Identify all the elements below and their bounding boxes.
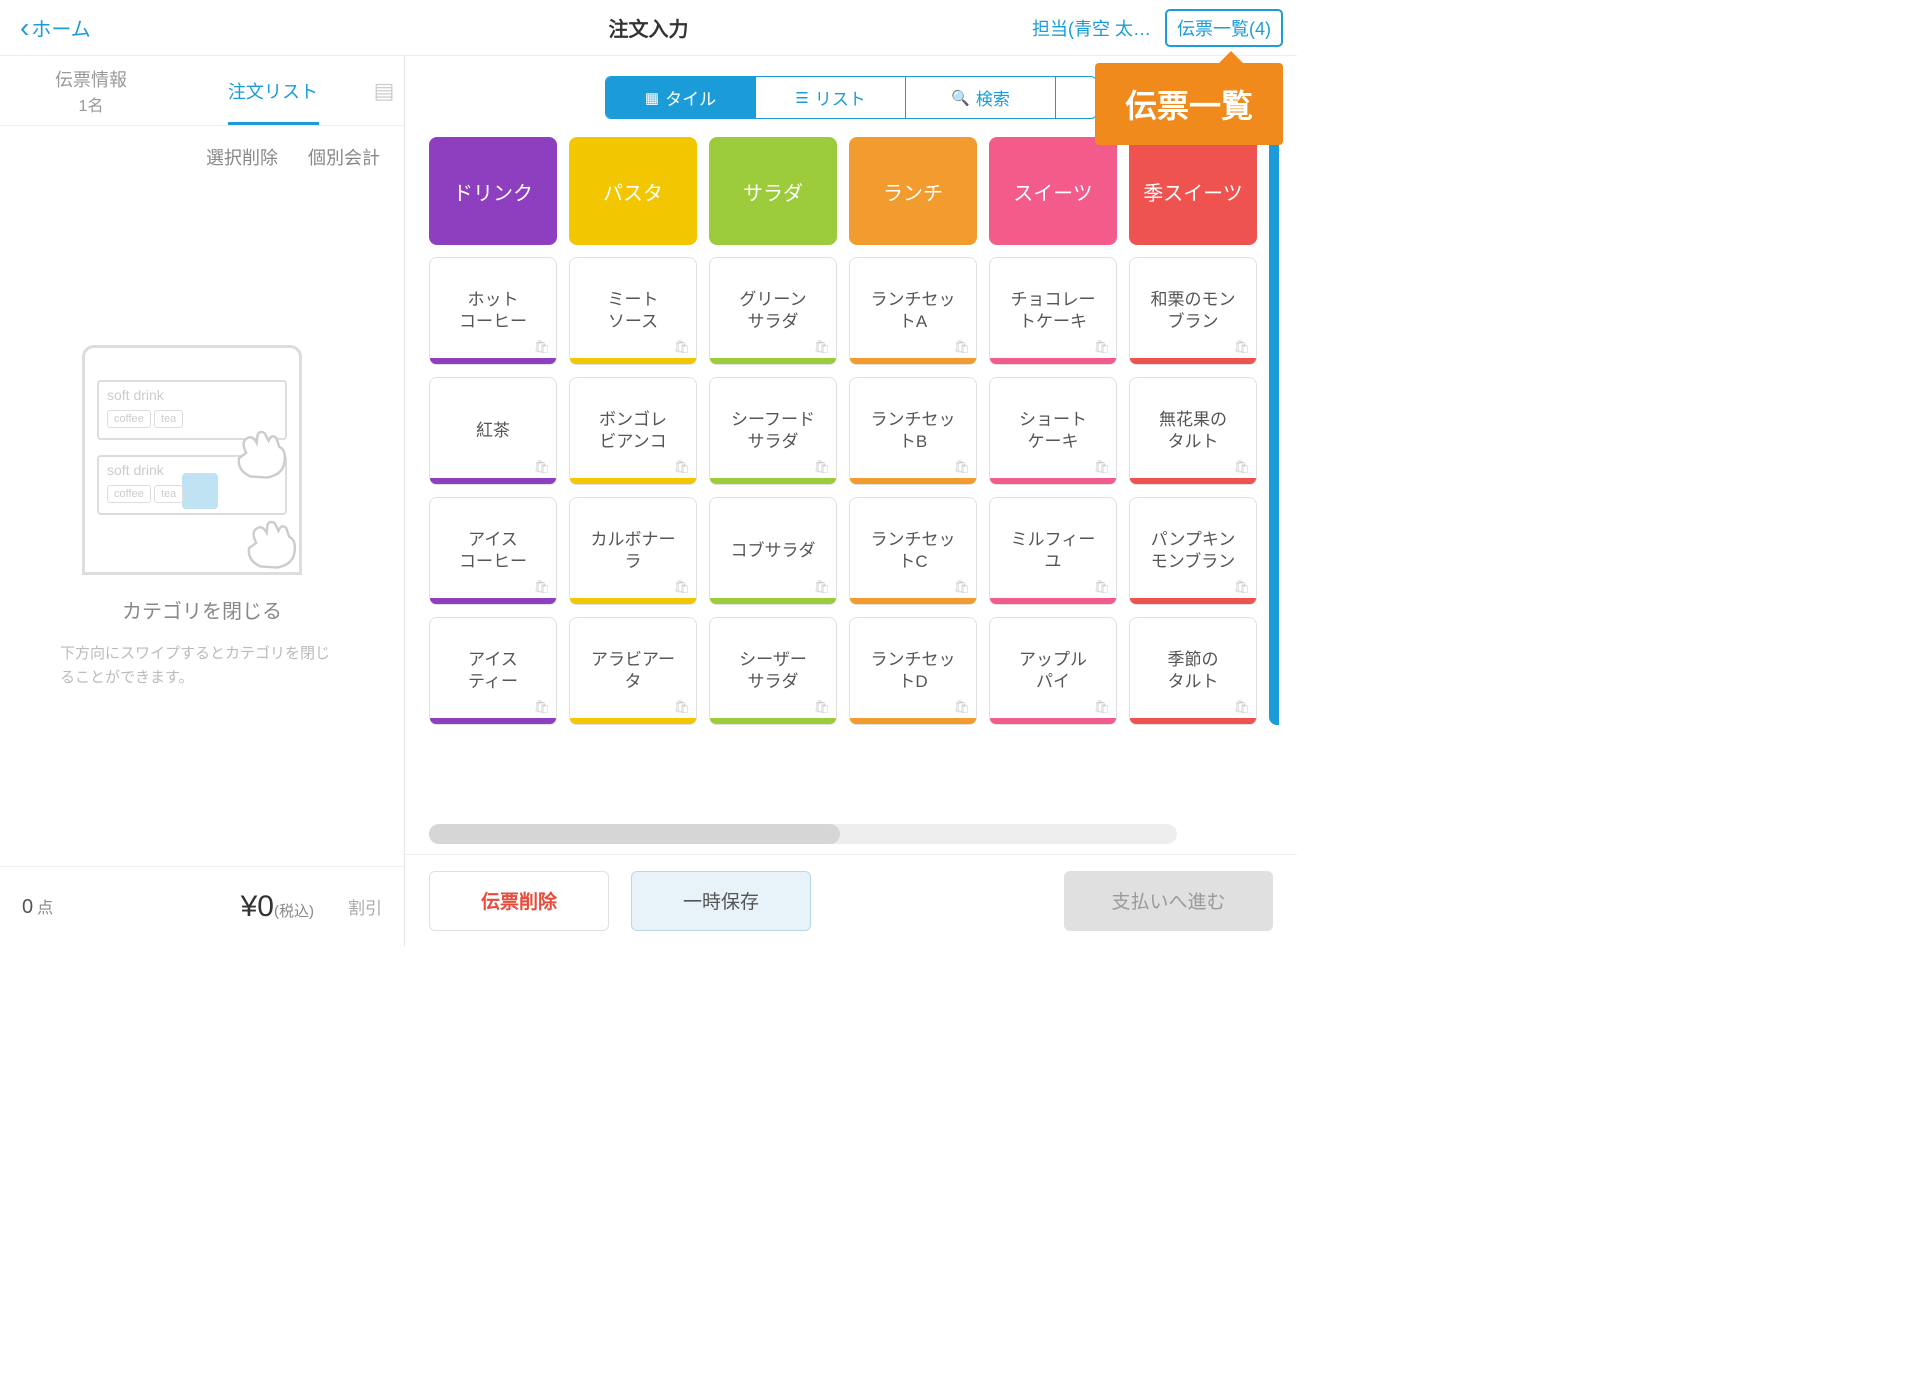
bag-icon: 🛍 [533, 699, 550, 716]
bag-icon: 🛍 [1093, 699, 1110, 716]
product-tile[interactable]: ランチセットB🛍 [849, 377, 977, 485]
bag-icon: 🛍 [953, 699, 970, 716]
bag-icon: 🛍 [673, 459, 690, 476]
right-panel: ▦タイル ☰リスト 🔍検索 ドリンクホットコーヒー🛍 紅茶🛍 アイスコーヒー🛍 アイス… [405, 56, 1297, 946]
bag-icon: 🛍 [813, 579, 830, 596]
callout-label: 伝票一覧 [1095, 63, 1283, 145]
product-tile[interactable]: ランチセットD🛍 [849, 617, 977, 725]
product-tile[interactable]: ランチセットC🛍 [849, 497, 977, 605]
bag-icon: 🛍 [953, 579, 970, 596]
bag-icon: 🛍 [813, 699, 830, 716]
category-tile[interactable]: スイーツ [989, 137, 1117, 245]
product-tile[interactable]: アイスティー🛍 [429, 617, 557, 725]
category-tile[interactable]: ドリンク [429, 137, 557, 245]
product-tile[interactable]: コブサラダ🛍 [709, 497, 837, 605]
view-segmented-control: ▦タイル ☰リスト 🔍検索 [605, 76, 1097, 119]
empty-description: 下方向にスワイプするとカテゴリを閉じることができます。 [40, 642, 364, 690]
category-tile[interactable]: パスタ [569, 137, 697, 245]
bag-icon: 🛍 [533, 339, 550, 356]
list-icon: ☰ [795, 89, 808, 107]
grid-icon: ▦ [645, 89, 659, 107]
bag-icon: 🛍 [953, 339, 970, 356]
callout-tooltip: 伝票一覧 [1095, 63, 1283, 145]
slip-list-button[interactable]: 伝票一覧(4) [1165, 9, 1283, 47]
bag-icon: 🛍 [813, 459, 830, 476]
next-category-edge[interactable] [1269, 137, 1279, 725]
tab-order-list-label: 注文リスト [228, 78, 318, 104]
product-tile[interactable]: ショートケーキ🛍 [989, 377, 1117, 485]
bag-icon: 🛍 [1233, 579, 1250, 596]
product-tile[interactable]: 紅茶🛍 [429, 377, 557, 485]
product-tile[interactable]: ミートソース🛍 [569, 257, 697, 365]
view-search[interactable]: 🔍検索 [906, 77, 1056, 118]
view-list[interactable]: ☰リスト [756, 77, 906, 118]
category-tile[interactable]: ランチ [849, 137, 977, 245]
bag-icon: 🛍 [1233, 339, 1250, 356]
total-amount: ¥0(税込) [241, 890, 314, 924]
back-label: ホーム [31, 13, 90, 42]
tab-slip-info[interactable]: 伝票情報 1名 [0, 56, 182, 125]
bag-icon: 🛍 [673, 699, 690, 716]
product-tile[interactable]: シーフードサラダ🛍 [709, 377, 837, 485]
left-footer: 0点 ¥0(税込) 割引 [0, 866, 404, 946]
product-tile[interactable]: アップルパイ🛍 [989, 617, 1117, 725]
back-button[interactable]: ‹ ホーム [0, 13, 91, 42]
tab-order-list[interactable]: 注文リスト [182, 56, 364, 125]
discount-button[interactable]: 割引 [348, 894, 382, 919]
tab-slip-info-sub: 1名 [79, 92, 104, 116]
empty-state: soft drink coffeetea soft drink coffeete… [0, 188, 404, 866]
empty-title: カテゴリを閉じる [122, 595, 282, 624]
bag-icon: 🛍 [673, 579, 690, 596]
delete-slip-button[interactable]: 伝票削除 [429, 871, 609, 931]
empty-illustration: soft drink coffeetea soft drink coffeete… [72, 325, 332, 585]
bag-icon: 🛍 [673, 339, 690, 356]
item-count: 0点 [22, 894, 53, 919]
bag-icon: 🛍 [533, 459, 550, 476]
tab-slip-info-label: 伝票情報 [55, 66, 127, 92]
product-tile[interactable]: アイスコーヒー🛍 [429, 497, 557, 605]
product-tile[interactable]: ボンゴレビアンコ🛍 [569, 377, 697, 485]
chevron-left-icon: ‹ [20, 14, 29, 42]
action-split-bill[interactable]: 個別会計 [308, 144, 380, 170]
top-bar: ‹ ホーム 注文入力 担当(青空 太… 伝票一覧(4) [0, 0, 1297, 56]
bag-icon: 🛍 [1233, 459, 1250, 476]
staff-button[interactable]: 担当(青空 太… [1032, 15, 1151, 41]
category-tile[interactable]: 季スイーツ [1129, 137, 1257, 245]
scrollbar-thumb[interactable] [429, 824, 840, 844]
product-tile[interactable]: パンプキンモンブラン🛍 [1129, 497, 1257, 605]
product-tile[interactable]: 無花果のタルト🛍 [1129, 377, 1257, 485]
right-footer: 伝票削除 一時保存 支払いへ進む [405, 854, 1297, 946]
proceed-payment-button[interactable]: 支払いへ進む [1064, 871, 1273, 931]
bag-icon: 🛍 [953, 459, 970, 476]
bag-icon: 🛍 [533, 579, 550, 596]
bag-icon: 🛍 [1093, 339, 1110, 356]
save-temp-button[interactable]: 一時保存 [631, 871, 811, 931]
view-extra[interactable] [1056, 77, 1096, 118]
bag-icon: 🛍 [813, 339, 830, 356]
product-tile[interactable]: 季節のタルト🛍 [1129, 617, 1257, 725]
product-tile[interactable]: カルボナーラ🛍 [569, 497, 697, 605]
action-delete-selected[interactable]: 選択削除 [206, 144, 278, 170]
bag-icon: 🛍 [1093, 459, 1110, 476]
product-tile[interactable]: ランチセットA🛍 [849, 257, 977, 365]
memo-icon[interactable]: ▤ [364, 56, 404, 125]
product-tile[interactable]: 和栗のモンブラン🛍 [1129, 257, 1257, 365]
category-tile[interactable]: サラダ [709, 137, 837, 245]
horizontal-scrollbar[interactable] [429, 824, 1177, 844]
product-tile[interactable]: シーザーサラダ🛍 [709, 617, 837, 725]
bag-icon: 🛍 [1093, 579, 1110, 596]
product-tile[interactable]: ミルフィーユ🛍 [989, 497, 1117, 605]
product-tile[interactable]: ホットコーヒー🛍 [429, 257, 557, 365]
view-tile[interactable]: ▦タイル [606, 77, 756, 118]
product-tile[interactable]: グリーンサラダ🛍 [709, 257, 837, 365]
page-title: 注文入力 [609, 13, 689, 42]
left-panel: 伝票情報 1名 注文リスト ▤ 選択削除 個別会計 soft drink cof… [0, 56, 405, 946]
search-icon: 🔍 [951, 89, 970, 107]
bag-icon: 🛍 [1233, 699, 1250, 716]
product-tile[interactable]: アラビアータ🛍 [569, 617, 697, 725]
product-tile[interactable]: チョコレートケーキ🛍 [989, 257, 1117, 365]
